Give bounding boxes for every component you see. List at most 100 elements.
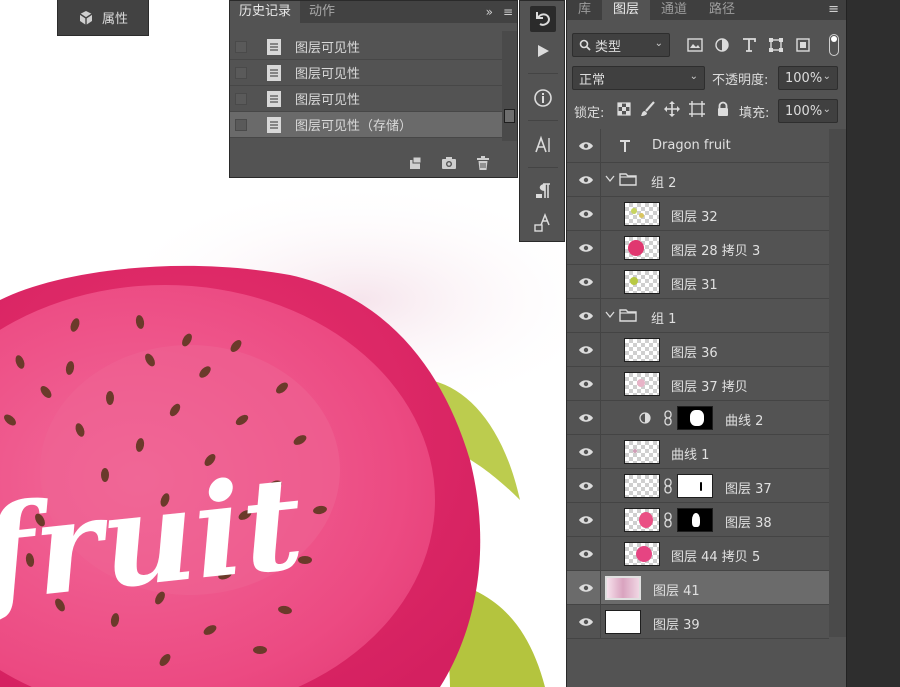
history-item-selected[interactable]: 图层可见性（存储） bbox=[230, 112, 502, 138]
eye-visibility-icon[interactable] bbox=[578, 243, 594, 253]
folder-icon bbox=[619, 173, 637, 186]
properties-panel-tab[interactable]: 属性 bbox=[57, 0, 149, 36]
filter-smart-object-icon[interactable] bbox=[795, 37, 811, 53]
tab-layers[interactable]: 图层 bbox=[602, 0, 651, 20]
layer-row[interactable]: 图层 39 bbox=[567, 605, 829, 639]
layer-mask-thumbnail[interactable] bbox=[677, 406, 713, 430]
filter-toggle-switch[interactable] bbox=[829, 34, 839, 56]
history-item[interactable]: 图层可见性 bbox=[230, 86, 502, 112]
layer-name: 图层 32 bbox=[671, 210, 718, 225]
layer-mask-thumbnail[interactable] bbox=[677, 474, 713, 498]
link-chain-icon[interactable] bbox=[663, 512, 673, 528]
eye-visibility-icon[interactable] bbox=[578, 413, 594, 423]
eye-visibility-icon[interactable] bbox=[578, 481, 594, 491]
history-checkbox[interactable] bbox=[235, 92, 247, 105]
lock-transparent-pixels-icon[interactable] bbox=[616, 101, 632, 117]
lock-artboard-icon[interactable] bbox=[689, 101, 705, 117]
panel-icon-strip bbox=[519, 0, 565, 242]
lock-position-icon[interactable] bbox=[664, 101, 680, 117]
eye-visibility-icon[interactable] bbox=[578, 141, 594, 151]
eye-visibility-icon[interactable] bbox=[578, 379, 594, 389]
history-checkbox[interactable] bbox=[235, 40, 247, 53]
history-panel: 历史记录 动作 » ≡ 图层可见性 图层可见性 图层可见性 图层可见性（存储） bbox=[229, 0, 518, 178]
history-item-label: 图层可见性 bbox=[295, 67, 361, 82]
trash-icon[interactable] bbox=[475, 155, 491, 171]
layer-name: 曲线 2 bbox=[725, 414, 764, 429]
new-document-from-state-icon[interactable] bbox=[407, 155, 423, 171]
eye-visibility-icon[interactable] bbox=[578, 209, 594, 219]
filter-pixel-layers-icon[interactable] bbox=[687, 37, 703, 53]
eye-visibility-icon[interactable] bbox=[578, 515, 594, 525]
history-scrollbar[interactable] bbox=[502, 31, 517, 141]
lock-image-pixels-icon[interactable] bbox=[640, 101, 656, 117]
info-icon[interactable] bbox=[530, 85, 556, 111]
link-chain-icon[interactable] bbox=[663, 478, 673, 494]
chevron-down-icon[interactable] bbox=[605, 311, 615, 319]
layer-row[interactable]: 曲线 2 bbox=[567, 401, 829, 435]
layer-row[interactable]: 图层 38 bbox=[567, 503, 829, 537]
collapse-panel-icon[interactable]: » bbox=[486, 1, 493, 23]
eye-visibility-icon[interactable] bbox=[578, 617, 594, 627]
eye-visibility-icon[interactable] bbox=[578, 583, 594, 593]
opacity-input[interactable]: 100% ⌄ bbox=[778, 66, 838, 90]
eye-visibility-icon[interactable] bbox=[578, 277, 594, 287]
history-item[interactable]: 图层可见性 bbox=[230, 60, 502, 86]
layer-filter-select[interactable]: 类型 ⌄ bbox=[572, 33, 670, 57]
blend-mode-value: 正常 bbox=[579, 72, 606, 88]
layer-row[interactable]: Dragon fruit bbox=[567, 129, 829, 163]
layer-row[interactable]: 图层 44 拷贝 5 bbox=[567, 537, 829, 571]
eye-visibility-icon[interactable] bbox=[578, 447, 594, 457]
history-scrollbar-thumb[interactable] bbox=[504, 109, 515, 123]
panel-menu-icon[interactable]: ≡ bbox=[503, 1, 513, 23]
layers-scrollbar[interactable] bbox=[829, 129, 846, 637]
fill-input[interactable]: 100% ⌄ bbox=[778, 99, 838, 123]
history-checkbox[interactable] bbox=[235, 66, 247, 79]
layer-row[interactable]: 图层 28 拷贝 3 bbox=[567, 231, 829, 265]
opacity-label: 不透明度: bbox=[712, 73, 769, 88]
lock-all-icon[interactable] bbox=[715, 101, 731, 117]
link-chain-icon[interactable] bbox=[663, 410, 673, 426]
tab-paths[interactable]: 路径 bbox=[698, 0, 746, 20]
tab-channels[interactable]: 通道 bbox=[650, 0, 698, 20]
document-icon bbox=[267, 116, 281, 133]
layer-name: 曲线 1 bbox=[671, 448, 710, 463]
eye-visibility-icon[interactable] bbox=[578, 345, 594, 355]
filter-adjustment-layers-icon[interactable] bbox=[714, 37, 730, 53]
layer-mask-thumbnail[interactable] bbox=[677, 508, 713, 532]
blend-mode-select[interactable]: 正常 ⌄ bbox=[572, 66, 705, 90]
layer-row[interactable]: 图层 36 bbox=[567, 333, 829, 367]
panel-menu-icon[interactable]: ≡ bbox=[828, 0, 839, 20]
layer-group-row[interactable]: 组 1 bbox=[567, 299, 829, 333]
layer-thumbnail bbox=[624, 202, 660, 226]
layer-name: 组 1 bbox=[651, 312, 677, 327]
filter-shape-layers-icon[interactable] bbox=[768, 37, 784, 53]
layer-group-row[interactable]: 组 2 bbox=[567, 163, 829, 197]
eye-visibility-icon[interactable] bbox=[578, 175, 594, 185]
layer-row[interactable]: 图层 37 bbox=[567, 469, 829, 503]
glyphs-icon[interactable] bbox=[530, 210, 556, 236]
eye-visibility-icon[interactable] bbox=[578, 311, 594, 321]
layers-panel-tabs: 库 图层 通道 路径 ≡ bbox=[567, 0, 846, 20]
history-brush-icon[interactable] bbox=[530, 6, 556, 32]
layer-row[interactable]: 图层 32 bbox=[567, 197, 829, 231]
paragraph-icon[interactable] bbox=[530, 178, 556, 204]
tab-actions[interactable]: 动作 bbox=[300, 1, 344, 23]
cube-icon bbox=[79, 10, 93, 25]
history-item[interactable]: 图层可见性 bbox=[230, 34, 502, 60]
filter-type-layers-icon[interactable] bbox=[741, 37, 757, 53]
play-actions-icon[interactable] bbox=[530, 38, 556, 64]
layer-thumbnail bbox=[624, 270, 660, 294]
character-icon[interactable] bbox=[530, 132, 556, 158]
eye-visibility-icon[interactable] bbox=[578, 549, 594, 559]
chevron-down-icon[interactable] bbox=[605, 175, 615, 183]
layer-row[interactable]: 图层 37 拷贝 bbox=[567, 367, 829, 401]
tab-history[interactable]: 历史记录 bbox=[230, 1, 301, 23]
layer-row-selected[interactable]: 图层 41 bbox=[567, 571, 829, 605]
layer-row[interactable]: 曲线 1 bbox=[567, 435, 829, 469]
layer-row[interactable]: 图层 31 bbox=[567, 265, 829, 299]
tab-libraries[interactable]: 库 bbox=[567, 0, 602, 20]
history-checkbox[interactable] bbox=[235, 118, 247, 131]
document-icon bbox=[267, 90, 281, 107]
camera-snapshot-icon[interactable] bbox=[441, 155, 457, 171]
layer-thumbnail bbox=[624, 474, 660, 498]
